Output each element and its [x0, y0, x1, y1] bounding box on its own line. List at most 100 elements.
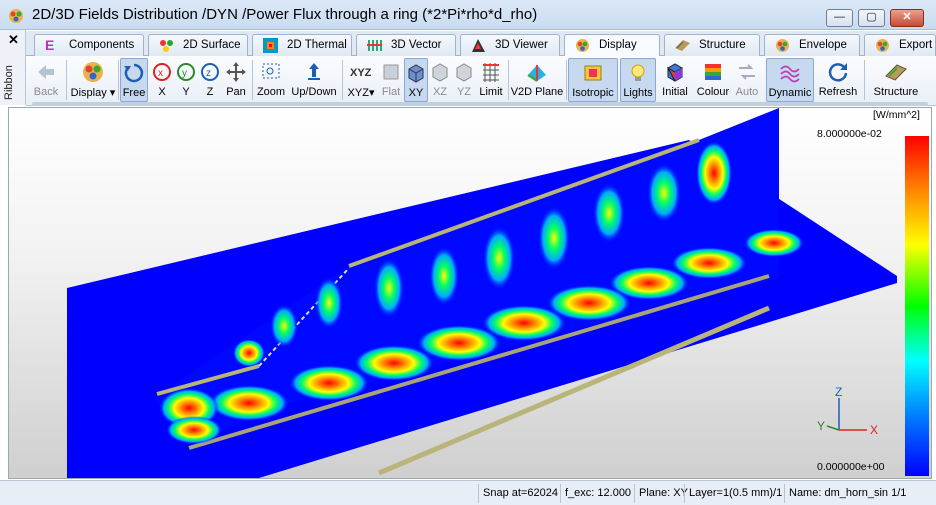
svg-text:x: x	[158, 68, 163, 79]
display-dropdown-button[interactable]: Display ▾	[70, 58, 116, 102]
structure-icon	[675, 40, 690, 51]
ribbon-tab-bar: E Components 2D Surface 2D Thermal 3D Ve…	[26, 31, 936, 57]
toolbar-separator	[342, 60, 343, 100]
rotate-z-button[interactable]: z Z	[198, 58, 222, 102]
rotate-free-icon	[124, 63, 144, 83]
colour-palette-icon	[705, 64, 721, 80]
cube-xy-icon	[408, 64, 424, 83]
tab-structure[interactable]: Structure	[664, 34, 760, 56]
isotropic-button[interactable]: Isotropic	[568, 58, 618, 102]
structure-button[interactable]: Structure	[868, 58, 924, 102]
export-icon	[876, 39, 889, 52]
display-toolbar: Back Display ▾ Free x X y Y z Z Pan Zoom…	[26, 56, 936, 106]
structure-icon	[885, 64, 907, 81]
view-xz-button[interactable]: XZ	[428, 58, 452, 102]
svg-text:XYZ: XYZ	[350, 67, 372, 79]
colorbar	[905, 136, 929, 476]
thermal-2d-icon	[263, 38, 278, 53]
colour-button[interactable]: Colour	[694, 58, 732, 102]
toolbar-separator	[66, 60, 67, 100]
rotate-x-icon: x	[153, 63, 171, 81]
app-icon	[9, 9, 23, 23]
zoom-button[interactable]: Zoom	[254, 58, 288, 102]
tab-export[interactable]: Export	[864, 34, 936, 56]
axis-z-label: Z	[835, 385, 842, 399]
cube-xz-icon	[432, 63, 448, 82]
surface-2d-icon	[160, 40, 173, 52]
grid-limit-icon	[483, 63, 499, 82]
display-icon	[576, 39, 589, 52]
vector-3d-icon	[367, 40, 382, 51]
ribbon-label: Ribbon	[3, 65, 15, 100]
ribbon-close-button[interactable]: ✕	[8, 32, 19, 48]
tab-2d-thermal[interactable]: 2D Thermal	[252, 34, 352, 56]
ribbon-side-strip: ✕ Ribbon	[0, 30, 26, 105]
close-button[interactable]: ✕	[890, 9, 924, 27]
up-down-icon	[308, 63, 320, 80]
status-frequency: f_exc: 12.000	[560, 484, 635, 503]
xyz-dropdown-button[interactable]: XYZ XYZ▾	[344, 58, 378, 102]
status-snap: Snap at=62024	[478, 484, 562, 503]
status-bar: Snap at=62024 f_exc: 12.000 Plane: XY La…	[0, 480, 936, 505]
isotropic-icon	[584, 65, 602, 81]
colorbar-max-label: 8.000000e-02	[817, 128, 882, 140]
status-layer: Layer=1(0.5 mm)/1	[684, 484, 786, 503]
field-viewport-3d[interactable]: Z X Y [W/mm^2] 8.000000e-02 0.000000e+00	[8, 107, 932, 479]
colorbar-min-label: 0.000000e+00	[817, 461, 885, 473]
rotate-y-button[interactable]: y Y	[174, 58, 198, 102]
pan-arrows-icon	[226, 62, 246, 82]
v2d-plane-icon	[527, 65, 546, 82]
refresh-button[interactable]: Refresh	[816, 58, 860, 102]
tab-3d-vector[interactable]: 3D Vector	[356, 34, 456, 56]
initial-button[interactable]: Initial	[658, 58, 692, 102]
maximize-button[interactable]: ▢	[858, 9, 885, 27]
rotate-y-icon: y	[177, 63, 195, 81]
colorbar-units: [W/mm^2]	[873, 109, 920, 121]
pan-button[interactable]: Pan	[222, 58, 250, 102]
toolbar-separator	[508, 60, 509, 100]
back-button[interactable]: Back	[30, 58, 62, 102]
viewer-3d-icon	[472, 39, 485, 52]
view-xy-button[interactable]: XY	[404, 58, 428, 102]
title-bar: 2D/3D Fields Distribution /DYN /Power Fl…	[0, 0, 936, 30]
toolbar-separator	[566, 60, 567, 100]
refresh-icon	[828, 63, 848, 82]
limit-button[interactable]: Limit	[476, 58, 506, 102]
lights-button[interactable]: Lights	[620, 58, 656, 102]
view-yz-button[interactable]: YZ	[452, 58, 476, 102]
rotate-x-button[interactable]: x X	[150, 58, 174, 102]
zoom-box-icon	[262, 63, 280, 79]
minimize-button[interactable]: —	[826, 9, 853, 27]
envelope-icon	[776, 39, 789, 52]
tab-3d-viewer[interactable]: 3D Viewer	[460, 34, 560, 56]
window-title: 2D/3D Fields Distribution /DYN /Power Fl…	[32, 6, 538, 23]
dynamic-wave-icon	[780, 65, 800, 83]
flat-view-button[interactable]: Flat	[378, 58, 404, 102]
ribbon-scrollbar[interactable]	[32, 102, 928, 106]
rotate-z-icon: z	[201, 63, 219, 81]
status-name: Name: dm_horn_sin 1/1	[784, 484, 910, 503]
tab-2d-surface[interactable]: 2D Surface	[148, 34, 248, 56]
toolbar-separator	[252, 60, 253, 100]
svg-text:y: y	[182, 68, 187, 79]
cube-initial-icon	[666, 63, 683, 82]
auto-arrows-icon	[739, 64, 755, 80]
rotate-free-button[interactable]: Free	[120, 58, 148, 102]
axis-x-label: X	[870, 423, 878, 437]
toolbar-separator	[118, 60, 119, 100]
field-plot-svg: Z X Y	[67, 108, 897, 478]
dynamic-button[interactable]: Dynamic	[766, 58, 814, 102]
up-down-button[interactable]: Up/Down	[288, 58, 340, 102]
flat-view-icon	[383, 64, 399, 80]
axes-triad: Z X Y	[817, 385, 878, 437]
toolbar-separator	[864, 60, 865, 100]
back-arrow-icon	[38, 65, 54, 79]
axis-y-label: Y	[817, 419, 825, 433]
light-bulb-icon	[631, 64, 645, 81]
tab-components[interactable]: E Components	[34, 34, 144, 56]
tab-envelope[interactable]: Envelope	[764, 34, 860, 56]
tab-display[interactable]: Display	[564, 34, 660, 57]
auto-button[interactable]: Auto	[732, 58, 762, 102]
display-icon	[83, 62, 103, 82]
v2d-plane-button[interactable]: V2D Plane	[510, 58, 564, 102]
